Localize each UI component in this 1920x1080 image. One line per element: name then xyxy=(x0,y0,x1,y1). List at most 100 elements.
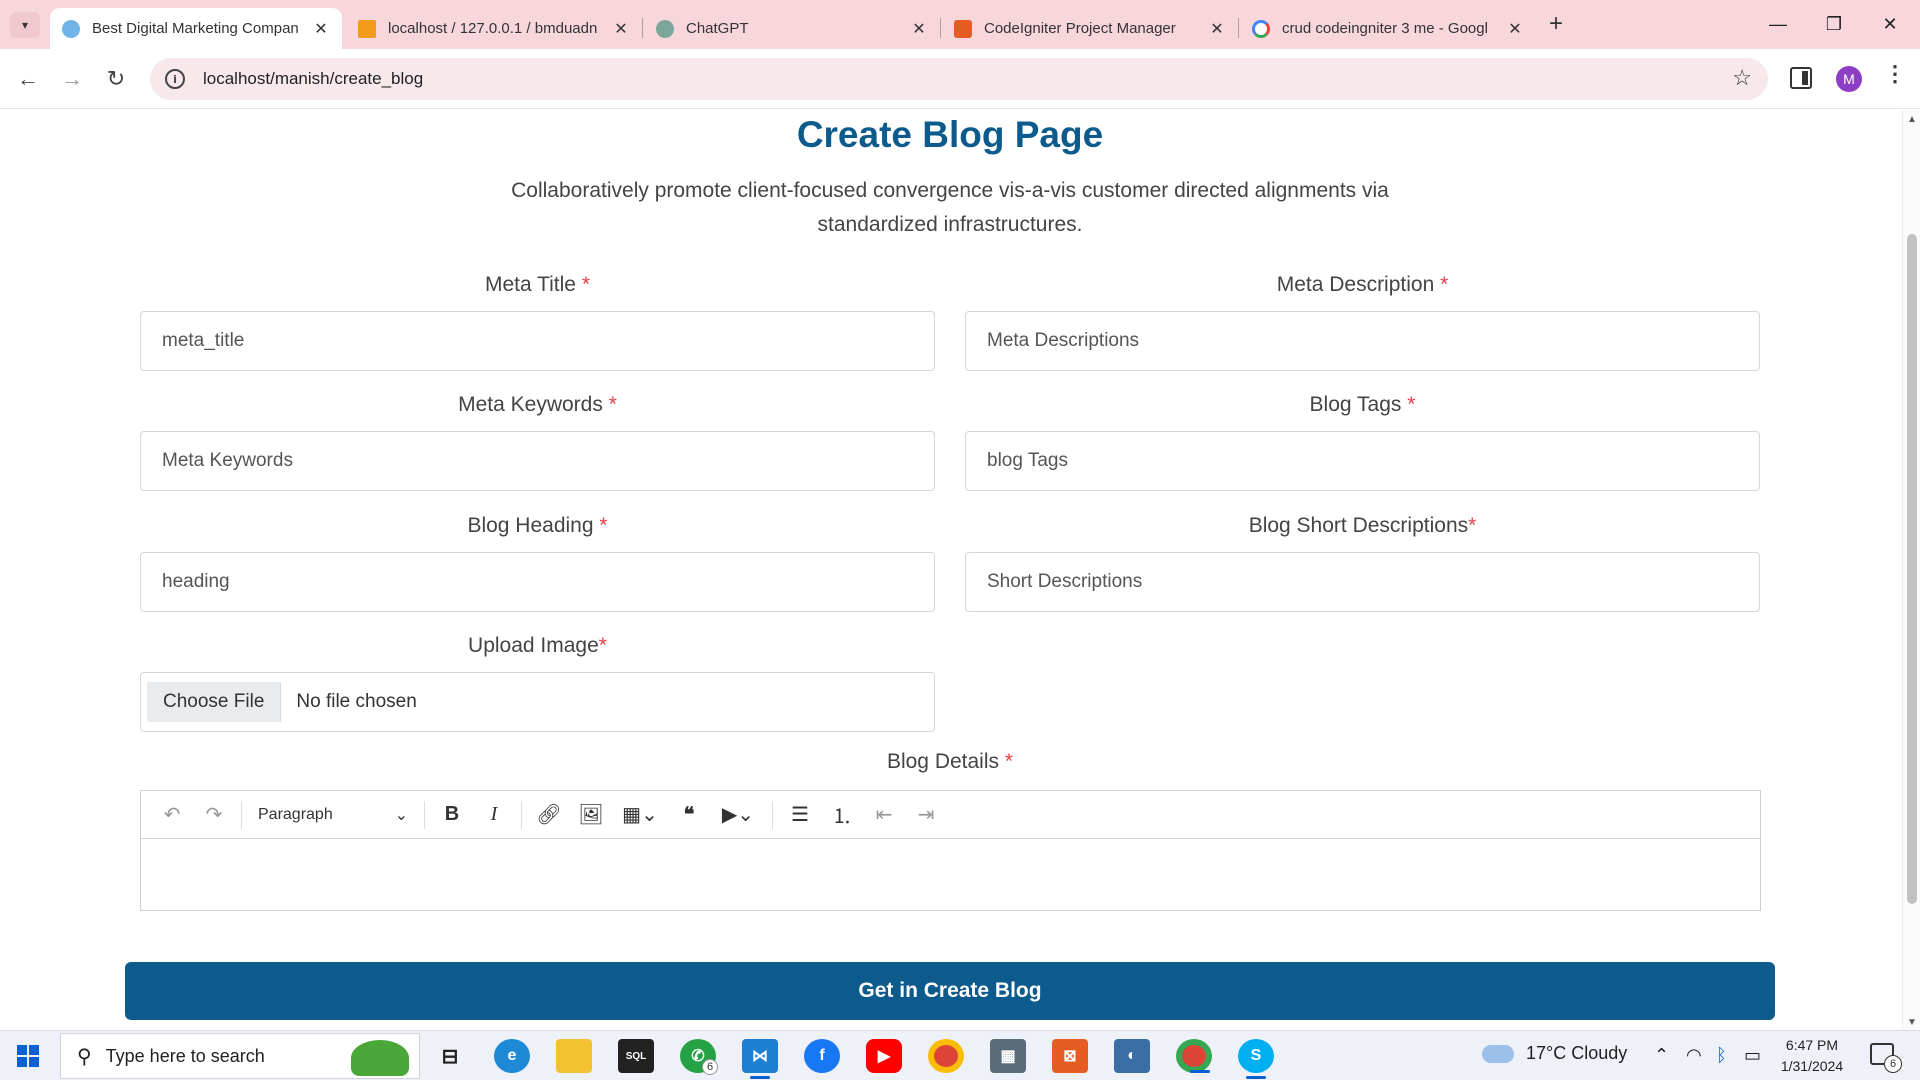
toolbar-divider xyxy=(241,800,242,829)
battery-icon[interactable]: ▭ xyxy=(1744,1045,1761,1066)
required-mark: * xyxy=(608,393,617,416)
profile-avatar[interactable]: M xyxy=(1836,66,1862,92)
blockquote-button[interactable]: ❝ xyxy=(668,796,710,834)
forward-button[interactable]: → xyxy=(56,63,88,95)
reload-button[interactable]: ↻ xyxy=(100,63,132,95)
back-button[interactable]: ← xyxy=(12,63,44,95)
close-icon[interactable]: ✕ xyxy=(1506,19,1524,39)
chevron-up-icon[interactable]: ⌃ xyxy=(1654,1045,1669,1066)
blog-tags-input[interactable]: blog Tags xyxy=(965,431,1760,491)
meta-description-input[interactable]: Meta Descriptions xyxy=(965,311,1760,371)
tab-google-search[interactable]: crud codeingniter 3 me - Googl ✕ xyxy=(1240,8,1536,49)
required-mark: * xyxy=(599,514,608,537)
chrome-icon[interactable] xyxy=(928,1039,964,1073)
scroll-down-icon[interactable]: ▼ xyxy=(1907,1017,1917,1028)
tab-strip: ▾ Best Digital Marketing Compan ✕ localh… xyxy=(0,0,1920,49)
blog-heading-input[interactable]: heading xyxy=(140,552,935,612)
bookmark-star-icon[interactable]: ☆ xyxy=(1732,65,1752,91)
insert-image-button[interactable]: 🖼︎ xyxy=(570,796,612,834)
address-bar[interactable]: i localhost/manish/create_blog ☆ xyxy=(150,58,1768,100)
search-highlight-icon xyxy=(351,1040,409,1076)
numbered-list-button[interactable]: ⒈ xyxy=(821,796,863,834)
close-icon[interactable]: ✕ xyxy=(910,19,928,39)
close-icon[interactable]: ✕ xyxy=(612,19,630,39)
minimize-button[interactable]: — xyxy=(1750,8,1806,40)
choose-file-button[interactable]: Choose File xyxy=(147,682,282,722)
create-blog-button[interactable]: Get in Create Blog xyxy=(125,962,1775,1020)
restore-button[interactable]: ❐ xyxy=(1806,8,1862,40)
scroll-up-icon[interactable]: ▲ xyxy=(1907,114,1917,125)
meta-keywords-field: Meta Keywords * Meta Keywords xyxy=(140,389,935,491)
facebook-icon[interactable]: f xyxy=(804,1039,840,1073)
chrome-profile-icon[interactable] xyxy=(1176,1039,1212,1073)
edge-icon[interactable]: e xyxy=(494,1039,530,1073)
label-text: Blog Short Descriptions xyxy=(1248,514,1469,537)
close-icon[interactable]: ✕ xyxy=(1208,19,1226,39)
meta-keywords-input[interactable]: Meta Keywords xyxy=(140,431,935,491)
redo-icon: ↷ xyxy=(205,804,223,826)
close-window-button[interactable]: ✕ xyxy=(1862,8,1918,40)
bold-button[interactable]: B xyxy=(431,796,473,834)
tab-chatgpt[interactable]: ChatGPT ✕ xyxy=(644,8,940,49)
upload-image-label: Upload Image* xyxy=(140,630,935,662)
italic-button[interactable]: I xyxy=(473,796,515,834)
blog-tags-label: Blog Tags * xyxy=(965,389,1760,421)
close-icon[interactable]: ✕ xyxy=(312,19,330,39)
task-view-icon[interactable]: ⊟ xyxy=(432,1039,468,1073)
bluetooth-icon[interactable]: ᛒ xyxy=(1716,1045,1727,1066)
bulleted-list-button[interactable]: ☰ xyxy=(779,796,821,834)
toolbar-divider xyxy=(772,800,773,829)
calculator-icon[interactable]: ▦ xyxy=(990,1039,1026,1073)
heading-select[interactable]: Paragraph ⌄ xyxy=(248,796,418,834)
label-text: Meta Title xyxy=(484,273,576,296)
tab-phpmyadmin[interactable]: localhost / 127.0.0.1 / bmduadn ✕ xyxy=(346,8,642,49)
file-explorer-icon[interactable] xyxy=(556,1039,592,1073)
windows-start-icon[interactable] xyxy=(17,1045,39,1067)
link-button[interactable]: 🔗︎ xyxy=(528,796,570,834)
taskbar-search[interactable]: ⚲ Type here to search xyxy=(60,1033,420,1079)
tab-search-button[interactable]: ▾ xyxy=(10,12,40,38)
skype-icon[interactable]: S xyxy=(1238,1039,1274,1079)
new-tab-button[interactable]: + xyxy=(1542,10,1570,38)
url-text[interactable]: localhost/manish/create_blog xyxy=(203,69,423,89)
whatsapp-badge: 6 xyxy=(702,1059,718,1075)
mysql-terminal-icon[interactable]: SQL xyxy=(618,1039,654,1073)
youtube-icon[interactable]: ▶ xyxy=(866,1039,902,1073)
insert-table-button[interactable]: ▦⌄ xyxy=(612,796,668,834)
arrow-left-icon: ← xyxy=(17,66,39,91)
site-info-icon[interactable]: i xyxy=(165,69,185,89)
weather-widget[interactable]: 17°C Cloudy xyxy=(1482,1043,1627,1064)
toolbar-divider xyxy=(521,800,522,829)
wifi-icon[interactable]: ◠ xyxy=(1686,1045,1702,1066)
page-scrollbar[interactable]: ▲ ▼ xyxy=(1902,110,1920,1030)
vscode-icon[interactable]: ⋈ xyxy=(742,1039,778,1079)
whatsapp-icon[interactable]: ✆ 6 xyxy=(680,1039,718,1075)
blog-heading-label: Blog Heading * xyxy=(140,510,935,542)
notification-center-icon[interactable]: 6 xyxy=(1870,1043,1902,1073)
tab-title: Best Digital Marketing Compan xyxy=(92,20,299,37)
label-text: Meta Keywords xyxy=(458,393,603,416)
browser-menu-icon[interactable]: ⋮ xyxy=(1884,63,1906,85)
toolbar-divider xyxy=(424,800,425,829)
upload-image-field: Upload Image* Choose File No file chosen xyxy=(140,630,935,732)
editor-content-area[interactable] xyxy=(141,839,1760,910)
meta-title-input[interactable]: meta_title xyxy=(140,311,935,371)
xampp-icon[interactable]: ⊠ xyxy=(1052,1039,1088,1073)
tab-codeigniter-project-manager[interactable]: CodeIgniter Project Manager ✕ xyxy=(942,8,1238,49)
blog-details-label: Blog Details * xyxy=(0,750,1900,774)
insert-media-button[interactable]: ▶⌄ xyxy=(710,796,766,834)
side-panel-icon[interactable] xyxy=(1790,67,1812,89)
undo-button[interactable]: ↶ xyxy=(151,796,193,834)
redo-button[interactable]: ↷ xyxy=(193,796,235,834)
bulleted-list-icon: ☰ xyxy=(791,804,809,826)
media-player-icon[interactable]: ◐ xyxy=(1114,1039,1150,1073)
scroll-thumb[interactable] xyxy=(1907,234,1917,904)
indent-button[interactable]: ⇥ xyxy=(905,796,947,834)
page-viewport: Create Blog Page Collaboratively promote… xyxy=(0,110,1920,1030)
table-icon: ▦⌄ xyxy=(622,804,658,826)
tab-best-digital-marketing[interactable]: Best Digital Marketing Compan ✕ xyxy=(50,8,342,49)
outdent-button[interactable]: ⇤ xyxy=(863,796,905,834)
upload-image-input[interactable]: Choose File No file chosen xyxy=(140,672,935,732)
system-clock[interactable]: 6:47 PM 1/31/2024 xyxy=(1772,1035,1852,1077)
blog-short-descriptions-input[interactable]: Short Descriptions xyxy=(965,552,1760,612)
